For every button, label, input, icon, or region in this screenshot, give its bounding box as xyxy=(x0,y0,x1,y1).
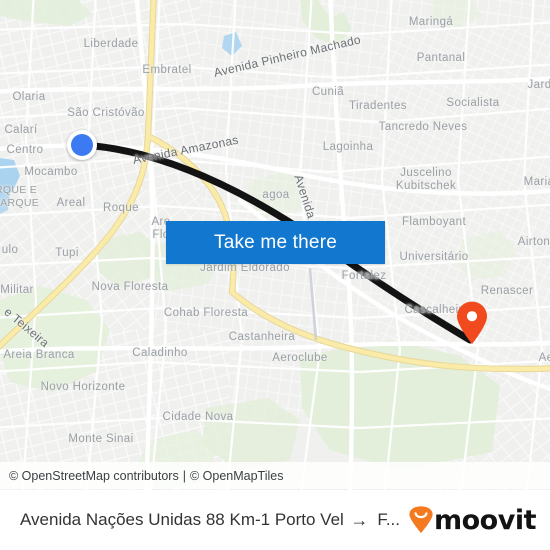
map-attribution: © OpenStreetMap contributors | © OpenMap… xyxy=(0,462,550,489)
footer-bar: Avenida Nações Unidas 88 Km-1 Porto Velh… xyxy=(0,490,550,550)
take-me-there-button[interactable]: Take me there xyxy=(166,221,385,264)
attribution-separator: | xyxy=(182,468,186,483)
footer-destination-text: F... xyxy=(377,510,400,529)
moovit-wordmark: moovit xyxy=(434,504,537,536)
moovit-pin-icon xyxy=(409,506,433,533)
map-pin-icon xyxy=(457,301,487,344)
attribution-tiles[interactable]: © OpenMapTiles xyxy=(190,469,284,483)
moovit-map-widget: Liberdade Embratel Maringá Pantanal Olaria Cu… xyxy=(0,0,550,550)
destination-marker[interactable] xyxy=(455,301,489,345)
moovit-logo[interactable]: moovit xyxy=(408,504,537,536)
origin-marker-dot xyxy=(71,134,93,156)
footer-origin-text: Avenida Nações Unidas 88 Km-1 Porto Velh… xyxy=(20,510,344,529)
origin-marker[interactable] xyxy=(67,130,97,160)
arrow-right-icon: → xyxy=(350,509,369,530)
map-canvas[interactable]: Liberdade Embratel Maringá Pantanal Olaria Cu… xyxy=(0,0,550,490)
attribution-osm[interactable]: © OpenStreetMap contributors xyxy=(9,469,179,483)
